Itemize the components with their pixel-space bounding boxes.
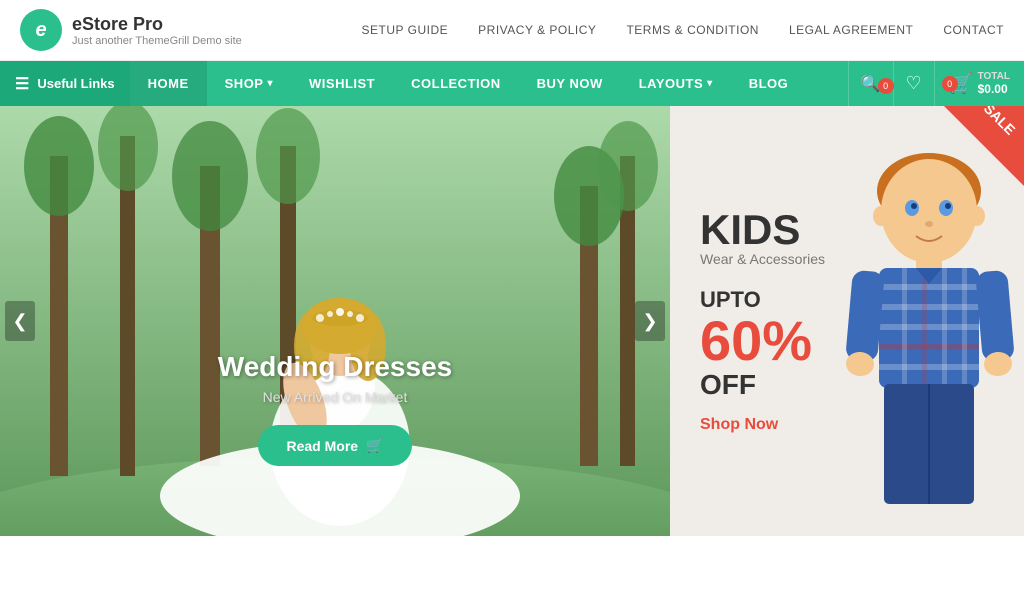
slider-content: Wedding Dresses New Arrived On Market Re… [0,106,670,536]
nav-setup-guide[interactable]: SETUP GUIDE [362,23,449,37]
useful-links-button[interactable]: ☰ Useful Links [0,61,130,106]
useful-links-label: Useful Links [37,76,114,91]
site-subtitle: Just another ThemeGrill Demo site [72,35,242,47]
nav-home[interactable]: HOME [130,61,207,106]
logo-icon: e [20,9,62,51]
nav-terms-condition[interactable]: TERMS & CONDITION [626,23,759,37]
wishlist-icon-wrapper: ♡ 0 [906,73,922,94]
nav-collection[interactable]: COLLECTION [393,61,519,106]
read-more-label: Read More [286,438,358,454]
slider-next-button[interactable]: ❯ [635,301,665,341]
nav-layouts[interactable]: LAYOUTS ▾ [621,61,731,106]
nav-wishlist[interactable]: WISHLIST [291,61,393,106]
nav-items: HOME SHOP ▾ WISHLIST COLLECTION BUY NOW … [130,61,848,106]
shopping-cart-icon: 🛒 [366,437,383,454]
promo-subcategory: Wear & Accessories [700,251,994,267]
nav-buy-now[interactable]: BUY NOW [519,61,621,106]
cart-total-label: TOTAL [978,71,1010,82]
promo-discount: 60% [700,313,994,369]
logo-area: e eStore Pro Just another ThemeGrill Dem… [20,9,242,51]
main-navigation: ☰ Useful Links HOME SHOP ▾ WISHLIST COLL… [0,61,1024,106]
read-more-button[interactable]: Read More 🛒 [258,425,411,466]
hamburger-icon: ☰ [15,74,29,94]
slider-subtitle: New Arrived On Market [263,389,408,405]
shop-now-link[interactable]: Shop Now [700,416,778,433]
promo-content: KIDS Wear & Accessories UPTO 60% OFF Sho… [700,209,994,434]
cart-total-info: TOTAL $0.00 [978,71,1010,96]
slider-prev-button[interactable]: ❮ [5,301,35,341]
nav-privacy-policy[interactable]: PRIVACY & POLICY [478,23,596,37]
logo-text: eStore Pro Just another ThemeGrill Demo … [72,14,242,47]
cart-total-amount: $0.00 [978,82,1010,96]
nav-right-area: 🔍 ♡ 0 🛒 0 TOTAL $0.00 [848,61,1024,106]
hero-section: Wedding Dresses New Arrived On Market Re… [0,106,1024,536]
cart-badge: 0 [942,76,958,92]
nav-blog[interactable]: BLOG [731,61,807,106]
nav-contact[interactable]: CONTACT [943,23,1004,37]
top-navigation: SETUP GUIDE PRIVACY & POLICY TERMS & CON… [362,23,1004,37]
chevron-right-icon: ❯ [642,311,657,332]
promo-category: KIDS [700,209,994,251]
promo-panel: SALE [670,106,1024,536]
nav-legal-agreement[interactable]: LEGAL AGREEMENT [789,23,913,37]
nav-shop-label: SHOP [225,76,264,91]
top-bar: e eStore Pro Just another ThemeGrill Dem… [0,0,1024,61]
nav-layouts-label: LAYOUTS [639,76,703,91]
chevron-left-icon: ❮ [12,311,27,332]
site-title: eStore Pro [72,14,242,35]
wishlist-badge: 0 [878,78,894,94]
wishlist-cart-button[interactable]: ♡ 0 [893,61,934,106]
chevron-down-icon: ▾ [267,78,273,89]
chevron-down-icon-2: ▾ [707,78,713,89]
slider-title: Wedding Dresses [218,351,452,383]
heart-icon: ♡ [906,73,922,93]
cart-button[interactable]: 🛒 0 TOTAL $0.00 [934,61,1024,106]
hero-slider: Wedding Dresses New Arrived On Market Re… [0,106,670,536]
cart-icon-wrapper: 🛒 0 [949,71,974,96]
nav-shop[interactable]: SHOP ▾ [207,61,291,106]
promo-off: OFF [700,369,994,401]
